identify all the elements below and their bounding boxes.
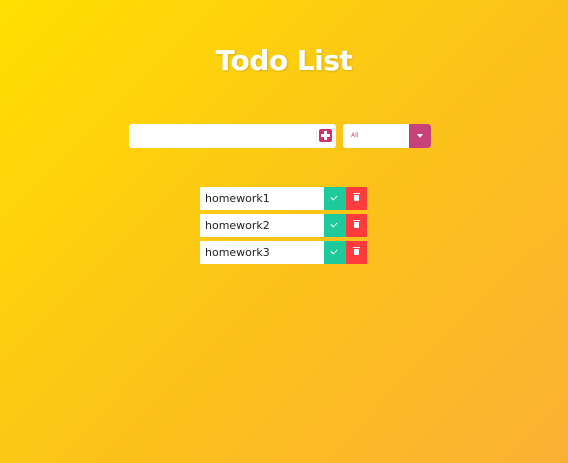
todo-list: homework1 homework2 homework3 [200, 187, 367, 268]
add-todo-button[interactable] [316, 127, 335, 145]
delete-button[interactable] [346, 214, 367, 237]
trash-icon [353, 193, 360, 201]
trash-icon [353, 247, 360, 255]
delete-button[interactable] [346, 187, 367, 210]
check-icon [330, 220, 338, 228]
todo-item: homework2 [200, 214, 367, 237]
todo-item: homework3 [200, 241, 367, 264]
filter-select[interactable]: All [343, 124, 431, 148]
todo-text: homework2 [205, 219, 270, 232]
filter-selected-value: All [351, 132, 359, 139]
todo-input-container [129, 124, 336, 148]
filter-dropdown-button[interactable] [409, 124, 431, 148]
todo-item: homework1 [200, 187, 367, 210]
check-icon [330, 193, 338, 201]
delete-button[interactable] [346, 241, 367, 264]
page-title: Todo List [215, 43, 353, 77]
plus-square-icon [319, 129, 332, 142]
complete-button[interactable] [324, 241, 346, 264]
todo-text: homework3 [205, 246, 270, 259]
chevron-down-icon [417, 134, 423, 138]
todo-input[interactable] [129, 124, 314, 148]
complete-button[interactable] [324, 187, 346, 210]
trash-icon [353, 220, 360, 228]
check-icon [330, 247, 338, 255]
todo-text: homework1 [205, 192, 270, 205]
complete-button[interactable] [324, 214, 346, 237]
